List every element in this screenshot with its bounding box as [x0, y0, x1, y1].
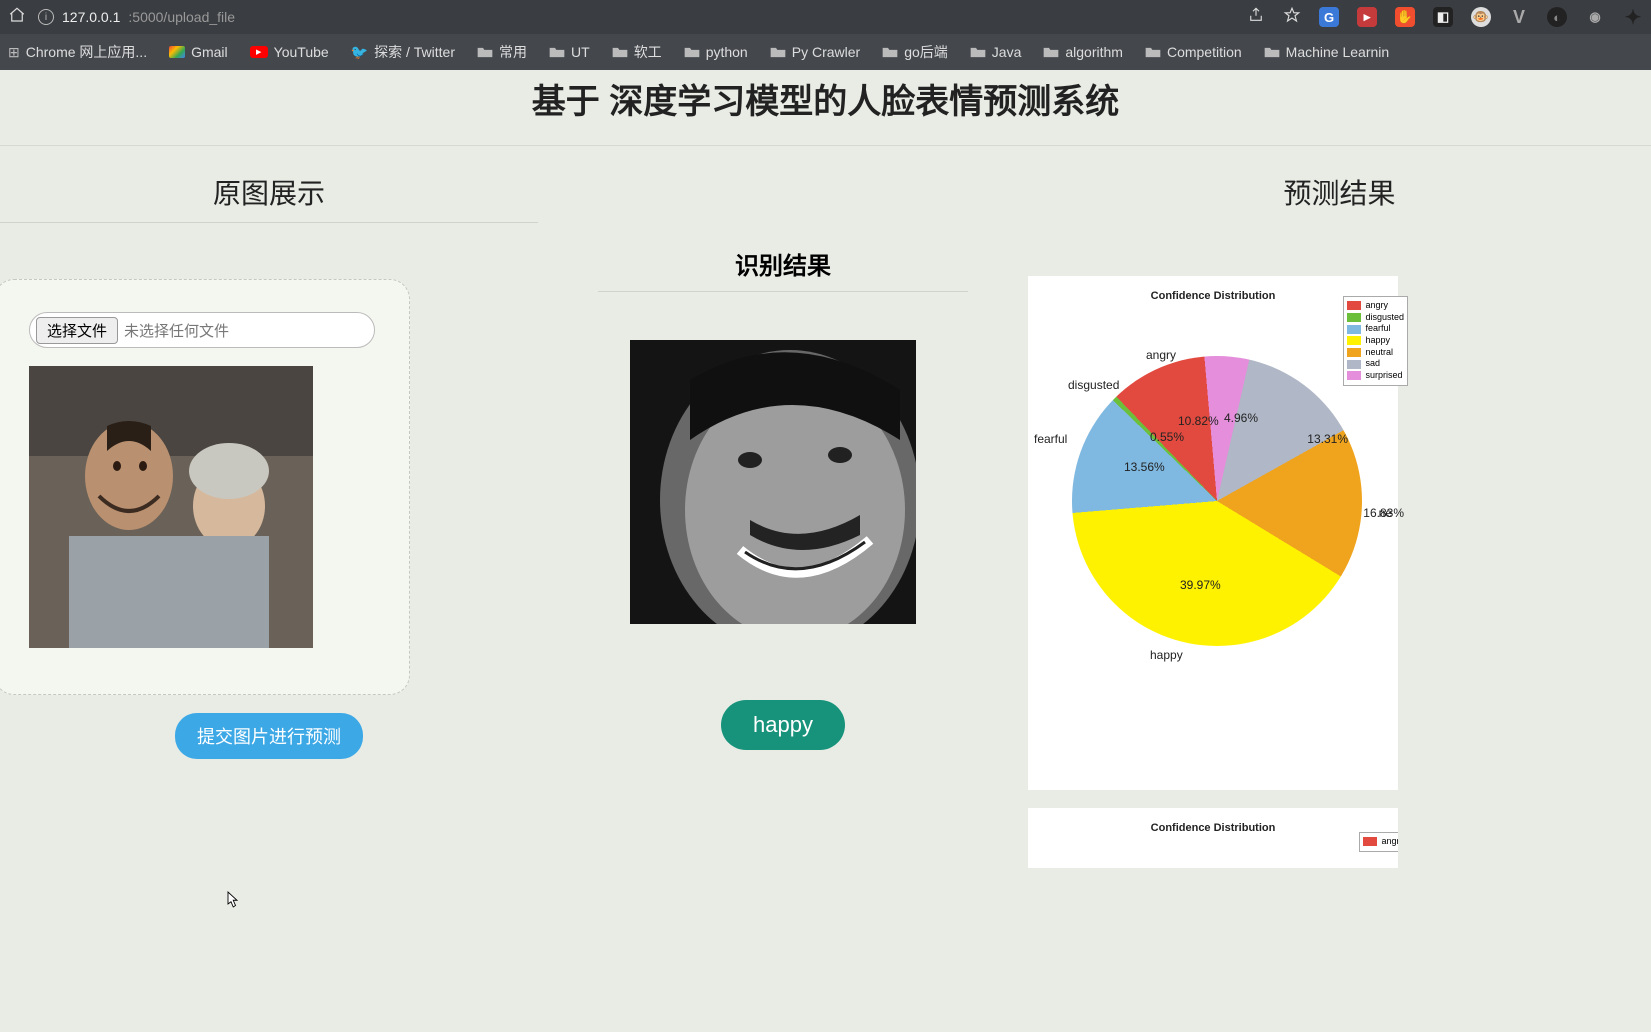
bookmark-chrome-apps[interactable]: ⊞ Chrome 网上应用... [8, 42, 147, 62]
bookmark-folder-se[interactable]: 软工 [612, 42, 662, 62]
bookmark-folder-python[interactable]: python [684, 44, 748, 60]
pie-chart: angry disgusted fearful happy ne surpris… [1072, 356, 1362, 646]
site-info-icon[interactable]: i [38, 9, 54, 25]
pct-angry: 10.82% [1178, 414, 1219, 428]
pct-surprised: 4.96% [1224, 411, 1258, 425]
chart-2-title: Confidence Distribution [1036, 822, 1390, 834]
youtube-icon: ▶ [250, 46, 268, 58]
left-column: 原图展示 选择文件 未选择任何文件 [0, 172, 538, 868]
chrome-icon: ⊞ [8, 44, 20, 61]
bookmark-gmail[interactable]: Gmail [169, 44, 228, 60]
bookmark-folder-ut[interactable]: UT [549, 44, 590, 60]
legend-row-surprised: surprised [1347, 370, 1404, 382]
bookmark-folder-algorithm[interactable]: algorithm [1043, 44, 1123, 60]
mid-card-title: 识别结果 [598, 246, 968, 292]
pct-happy: 39.97% [1180, 578, 1221, 592]
url-display[interactable]: i 127.0.0.1 :5000/upload_file [38, 9, 235, 25]
ext-v-icon[interactable]: V [1509, 7, 1529, 27]
browser-address-bar: i 127.0.0.1 :5000/upload_file G ▸ ✋ ◧ 🐵 V… [0, 0, 1651, 34]
right-column: 预测结果 Confidence Distribution angry disgu… [1028, 172, 1651, 868]
ext-camera-icon[interactable]: ◉ [1585, 7, 1605, 27]
page-body: 基于 深度学习模型的人脸表情预测系统 原图展示 选择文件 未选择任何文件 [0, 70, 1651, 1032]
legend-row-disgusted: disgusted [1347, 312, 1404, 324]
pct-sad: 13.31% [1307, 432, 1348, 446]
ext-translate-icon[interactable]: G [1319, 7, 1339, 27]
bookmark-bar: ⊞ Chrome 网上应用... Gmail ▶ YouTube 🐦 探索 / … [0, 34, 1651, 70]
browser-actions: G ▸ ✋ ◧ 🐵 V ◐ ◉ ✦ [1247, 6, 1643, 29]
divider [0, 145, 1651, 146]
pie-label-disgusted: disgusted [1068, 378, 1119, 392]
result-image [630, 340, 916, 624]
uploaded-image-preview [29, 366, 313, 648]
page-title: 基于 深度学习模型的人脸表情预测系统 [0, 70, 1651, 135]
choose-file-button[interactable]: 选择文件 [36, 317, 118, 344]
pie-label-angry: angry [1146, 348, 1176, 362]
pie-chart-card: Confidence Distribution angry disgusted … [1028, 276, 1398, 790]
ext-hand-icon[interactable]: ✋ [1395, 7, 1415, 27]
bookmark-folder-java[interactable]: Java [970, 44, 1022, 60]
pie-label-fearful: fearful [1034, 432, 1067, 446]
submit-predict-button[interactable]: 提交图片进行预测 [175, 713, 363, 759]
chart-title: Confidence Distribution [1036, 290, 1390, 302]
ext-octo-icon[interactable]: ◐ [1547, 7, 1567, 27]
bookmark-twitter[interactable]: 🐦 探索 / Twitter [351, 42, 455, 62]
bookmark-folder-competition[interactable]: Competition [1145, 44, 1242, 60]
pie-chart-card-2: Confidence Distribution angry [1028, 808, 1398, 868]
bookmark-folder-go[interactable]: go后端 [882, 42, 948, 62]
pie-label-happy: happy [1150, 648, 1183, 662]
pct-disgusted: 0.55% [1150, 430, 1184, 444]
left-col-title: 原图展示 [0, 172, 538, 223]
url-path: :5000/upload_file [128, 9, 235, 25]
file-status-text: 未选择任何文件 [124, 320, 229, 341]
legend-row-happy: happy [1347, 335, 1404, 347]
right-col-title: 预测结果 [1028, 172, 1651, 222]
home-icon[interactable] [8, 6, 26, 29]
gmail-icon [169, 46, 185, 58]
url-host: 127.0.0.1 [62, 9, 120, 25]
share-icon[interactable] [1247, 6, 1265, 29]
file-input[interactable]: 选择文件 未选择任何文件 [29, 312, 375, 348]
bookmark-youtube[interactable]: ▶ YouTube [250, 44, 329, 60]
bookmark-star-icon[interactable] [1283, 6, 1301, 29]
ext-dark-icon[interactable]: ◧ [1433, 7, 1453, 27]
chart-2-legend: angry [1359, 832, 1398, 852]
twitter-icon: 🐦 [351, 44, 368, 61]
bookmark-folder-common[interactable]: 常用 [477, 42, 527, 62]
middle-column: 识别结果 happy [538, 172, 1028, 868]
chart-legend: angrydisgustedfearfulhappyneutralsadsurp… [1343, 296, 1408, 386]
ext-red-icon[interactable]: ▸ [1357, 7, 1377, 27]
upload-card: 选择文件 未选择任何文件 [0, 279, 410, 695]
ext-puzzle-icon[interactable]: ✦ [1623, 7, 1643, 27]
pct-fearful: 13.56% [1124, 460, 1165, 474]
cursor-icon [222, 890, 240, 912]
legend-row-angry: angry [1347, 300, 1404, 312]
legend-row-neutral: neutral [1347, 347, 1404, 359]
pct-neutral: 16.83% [1363, 506, 1404, 520]
ext-panda-icon[interactable]: 🐵 [1471, 7, 1491, 27]
legend-row-fearful: fearful [1347, 323, 1404, 335]
prediction-result-pill[interactable]: happy [721, 700, 845, 750]
legend-row-sad: sad [1347, 358, 1404, 370]
bookmark-folder-ml[interactable]: Machine Learnin [1264, 44, 1390, 60]
bookmark-folder-crawler[interactable]: Py Crawler [770, 44, 860, 60]
